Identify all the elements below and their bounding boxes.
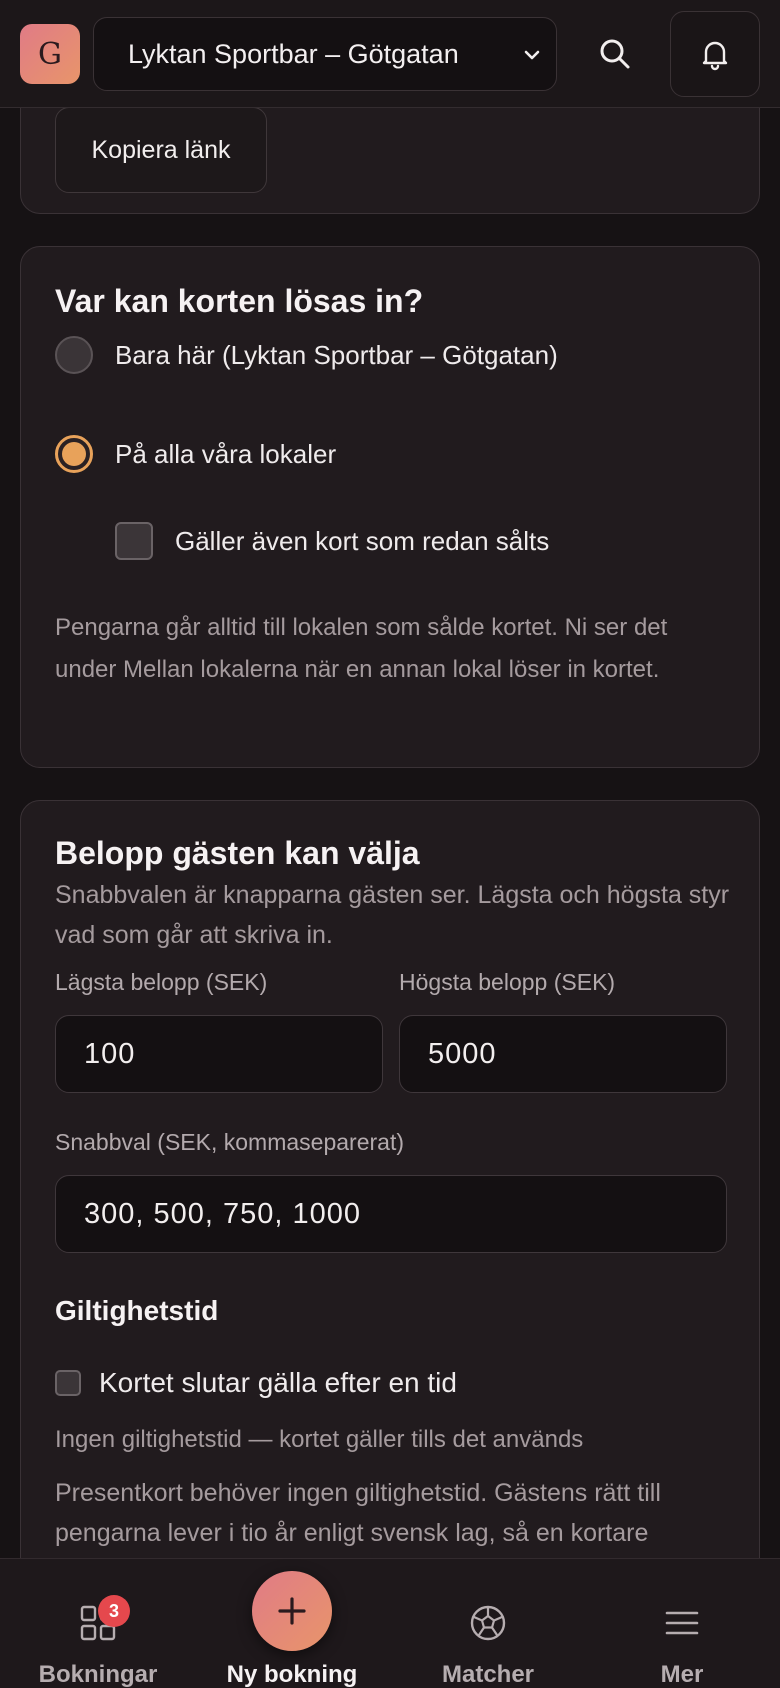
venue-select[interactable]: Lyktan Sportbar – Götgatan [93, 17, 557, 91]
chevron-down-icon [524, 50, 540, 60]
venue-select-value: Lyktan Sportbar – Götgatan [128, 38, 459, 69]
nav-matches-label: Matcher [441, 1661, 535, 1688]
include-sold-label: Gäller även kort som redan sålts [175, 525, 550, 556]
validity-info: Presentkort behöver ingen giltighetstid.… [55, 1479, 661, 1547]
expires-checkbox-row[interactable]: Kortet slutar gälla efter en tid [55, 1367, 457, 1399]
new-booking-button[interactable] [252, 1571, 332, 1651]
plus-icon [278, 1597, 306, 1625]
nav-more[interactable]: Mer [604, 1559, 760, 1688]
quick-amounts-label: Snabbval (SEK, kommaseparerat) [55, 1129, 404, 1155]
include-sold-checkbox[interactable] [115, 522, 153, 560]
radio-only-here[interactable]: Bara här (Lyktan Sportbar – Götgatan) [55, 336, 558, 374]
nav-bookings[interactable]: 3 Bokningar [20, 1559, 176, 1688]
radio-all-venues[interactable]: På alla våra lokaler [55, 435, 336, 473]
nav-new-booking-label: Ny bokning [226, 1661, 358, 1688]
expires-label: Kortet slutar gälla efter en tid [99, 1367, 457, 1398]
redeem-help-text: Pengarna går alltid till lokalen som sål… [55, 614, 668, 683]
app-screen: G Lyktan Sportbar – Götgatan Kopiera län… [0, 0, 780, 1688]
max-amount-label: Högsta belopp (SEK) [399, 969, 616, 995]
nav-more-label: Mer [660, 1661, 704, 1688]
max-amount-input[interactable]: 5000 [399, 1015, 727, 1093]
redeem-location-card: Var kan korten lösas in? Bara här (Lykta… [20, 246, 760, 768]
radio-label: Bara här (Lyktan Sportbar – Götgatan) [115, 339, 558, 370]
app-logo[interactable]: G [20, 24, 80, 84]
menu-icon [665, 1611, 699, 1635]
bell-icon [702, 41, 728, 71]
radio-button-selected[interactable] [55, 435, 93, 473]
bottom-nav: 3 Bokningar Ny bokning Matcher Mer [0, 1558, 780, 1688]
nav-bookings-label: Bokningar [38, 1661, 158, 1688]
search-icon [600, 39, 630, 69]
validity-status: Ingen giltighetstid — kortet gäller till… [55, 1426, 584, 1453]
expires-checkbox[interactable] [55, 1370, 81, 1396]
amount-subtitle: Snabbvalen är knapparna gästen ser. Lägs… [55, 881, 730, 949]
radio-dot [62, 442, 86, 466]
notifications-button[interactable] [670, 11, 760, 97]
radio-button[interactable] [55, 336, 93, 374]
quick-amounts-input[interactable]: 300, 500, 750, 1000 [55, 1175, 727, 1253]
copy-link-button[interactable]: Kopiera länk [55, 107, 267, 193]
top-bar: G Lyktan Sportbar – Götgatan [0, 0, 780, 108]
bookings-badge: 3 [98, 1595, 130, 1627]
min-amount-label: Lägsta belopp (SEK) [55, 969, 268, 995]
min-amount-input[interactable]: 100 [55, 1015, 383, 1093]
redeem-title: Var kan korten lösas in? [55, 283, 424, 319]
validity-title: Giltighetstid [55, 1295, 219, 1326]
football-icon [470, 1605, 506, 1641]
radio-label: På alla våra lokaler [115, 438, 337, 469]
amount-title: Belopp gästen kan välja [55, 835, 420, 871]
search-button[interactable] [591, 24, 639, 84]
include-sold-checkbox-row[interactable]: Gäller även kort som redan sålts [115, 522, 549, 560]
amount-card: Belopp gästen kan välja Snabbvalen är kn… [20, 800, 760, 1688]
nav-matches[interactable]: Matcher [410, 1559, 566, 1688]
